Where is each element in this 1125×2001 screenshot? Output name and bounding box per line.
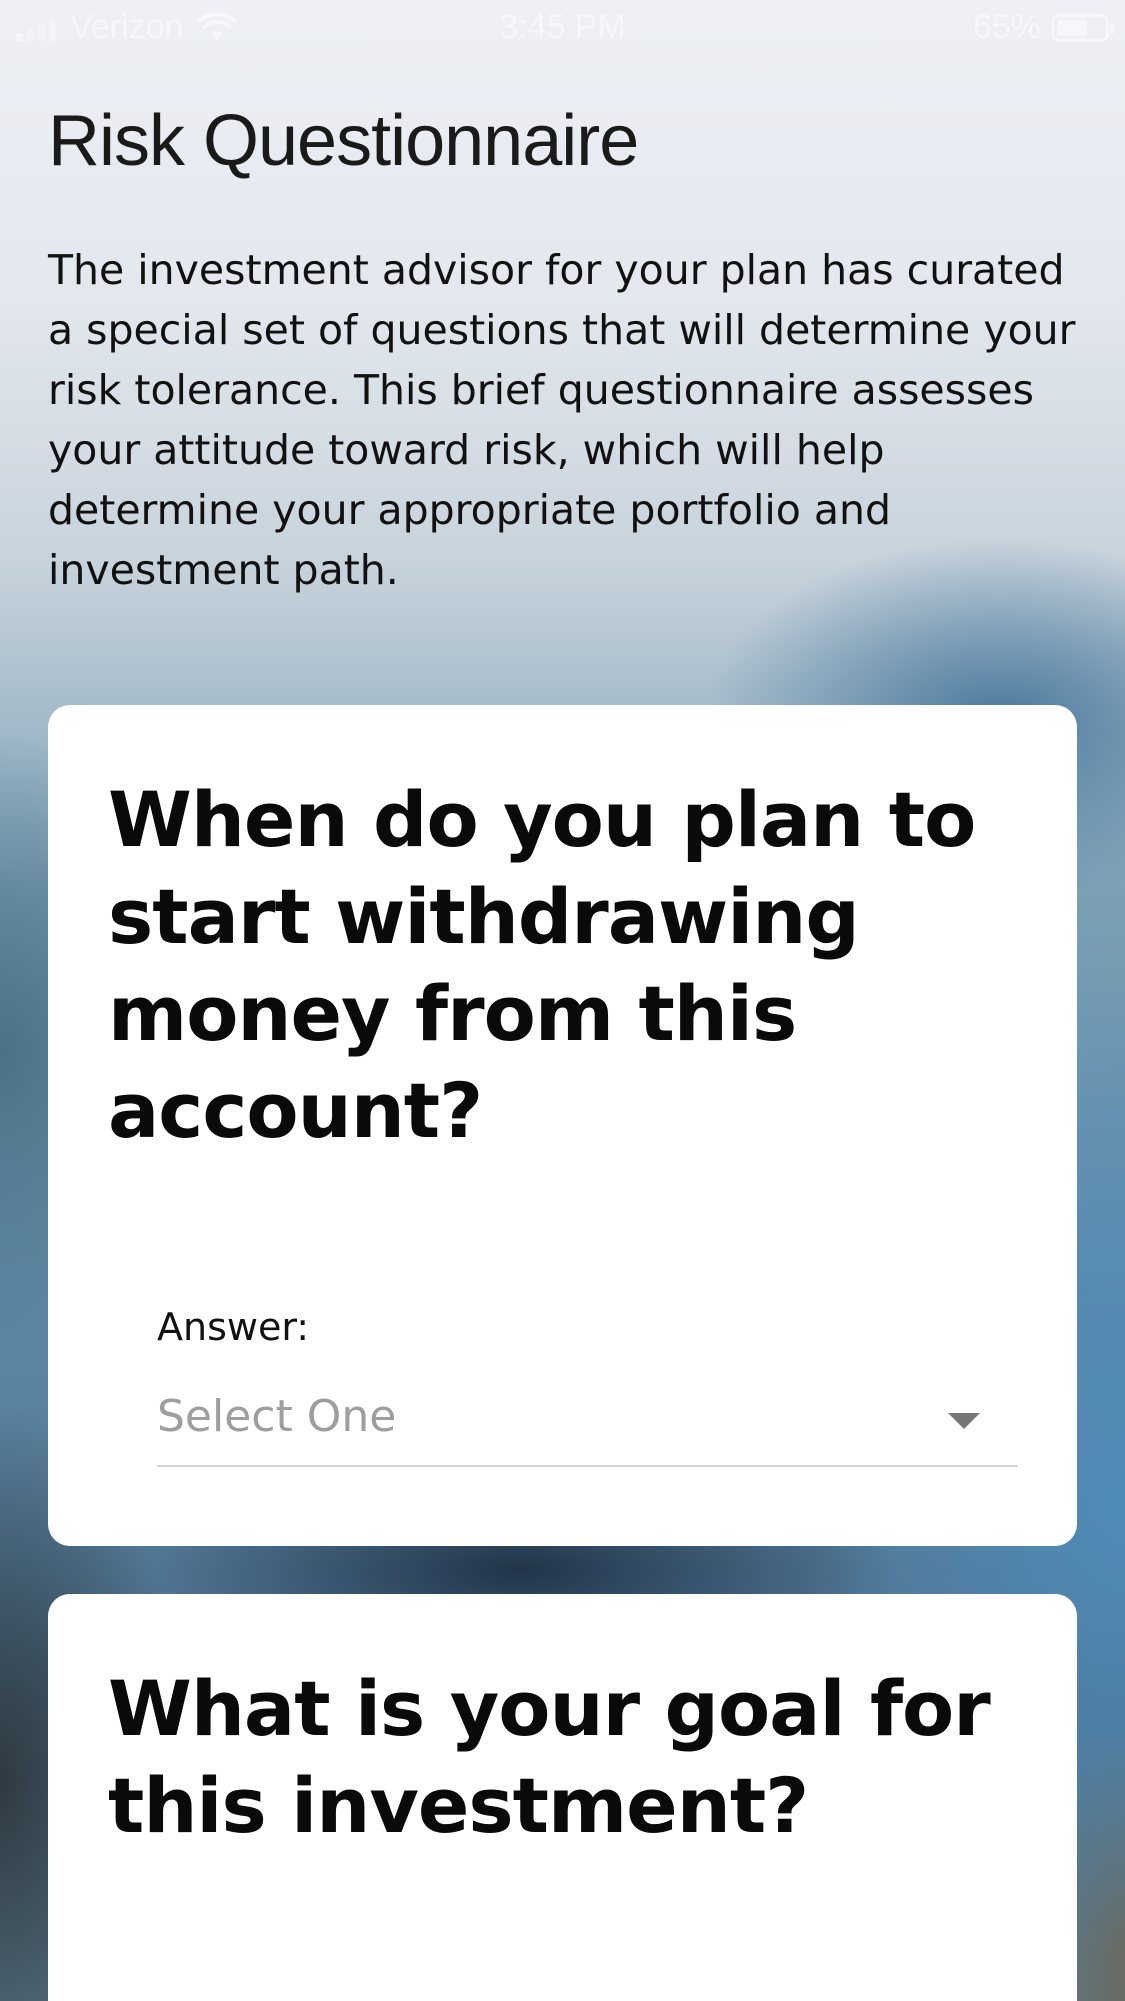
status-time: 3:45 PM <box>499 8 626 46</box>
risk-questionnaire-screen: Verizon 3:45 PM 65% Risk Questionnaire T… <box>0 0 1125 2001</box>
battery-percent: 65% <box>972 8 1041 46</box>
battery-level-fill <box>1057 19 1087 36</box>
intro-description: The investment advisor for your plan has… <box>48 246 1076 594</box>
status-bar: Verizon 3:45 PM 65% <box>0 0 1125 58</box>
question-text: When do you plan to start withdrawing mo… <box>108 775 976 1155</box>
question-text: What is your goal for this investment? <box>108 1664 991 1850</box>
status-right: 65% <box>972 8 1115 47</box>
answer-label: Answer: <box>157 1305 310 1349</box>
question-card-goal: What is your goal for this investment? <box>48 1594 1077 2001</box>
question-card-withdrawal: When do you plan to start withdrawing mo… <box>48 705 1077 1546</box>
answer-select-dropdown[interactable]: Select One <box>157 1385 1018 1467</box>
page-title: Risk Questionnaire <box>48 101 639 181</box>
chevron-down-icon <box>948 1413 980 1429</box>
battery-icon <box>1051 13 1115 42</box>
select-placeholder: Select One <box>157 1391 397 1442</box>
